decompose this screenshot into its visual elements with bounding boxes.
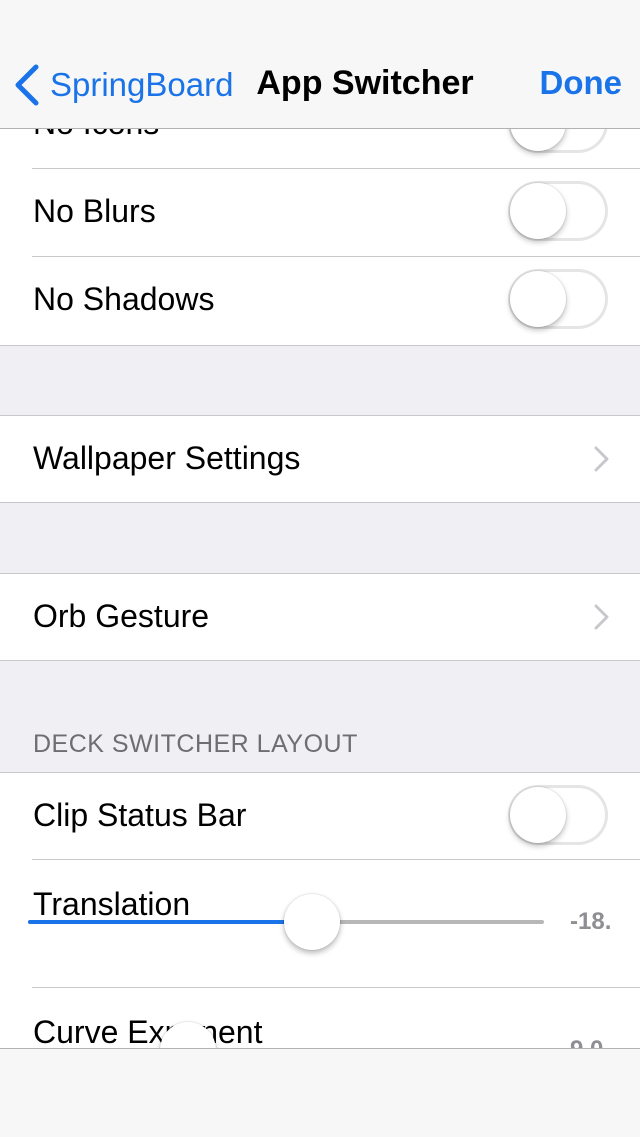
no-shadows-toggle[interactable] xyxy=(508,269,608,329)
translation-value: -18. xyxy=(570,908,612,935)
translation-slider-fill xyxy=(28,920,312,924)
no-blurs-row: No Blurs xyxy=(0,169,640,257)
chevron-right-icon xyxy=(594,604,609,630)
curve-exponent-label: Curve Exponent xyxy=(33,1014,263,1048)
curve-exponent-row: Curve Exponent 9.0 xyxy=(0,988,640,1048)
translation-slider-thumb[interactable] xyxy=(283,894,340,950)
done-button[interactable]: Done xyxy=(540,64,623,102)
bottom-toolbar xyxy=(0,1048,640,1137)
navigation-bar: SpringBoard App Switcher Done xyxy=(0,0,640,129)
no-blurs-toggle[interactable] xyxy=(508,181,608,241)
chevron-right-icon xyxy=(594,446,609,472)
wallpaper-settings-cell[interactable]: Wallpaper Settings xyxy=(0,415,640,503)
toggle-knob xyxy=(510,787,566,843)
toggle-knob xyxy=(510,271,566,327)
deck-switcher-group: Clip Status Bar Translation -18. Curve E… xyxy=(0,772,640,1048)
translation-row: Translation -18. xyxy=(0,860,640,988)
no-shadows-label: No Shadows xyxy=(33,281,215,317)
no-blurs-label: No Blurs xyxy=(33,193,156,229)
clip-status-bar-row: Clip Status Bar xyxy=(0,773,640,860)
deck-switcher-layout-header: DECK SWITCHER LAYOUT xyxy=(33,730,358,758)
translation-slider[interactable] xyxy=(28,894,544,950)
toggle-knob xyxy=(510,183,566,239)
clip-status-bar-label: Clip Status Bar xyxy=(33,797,247,833)
orb-gesture-cell[interactable]: Orb Gesture xyxy=(0,573,640,661)
no-shadows-row: No Shadows xyxy=(0,257,640,345)
orb-gesture-label: Orb Gesture xyxy=(33,598,210,634)
wallpaper-settings-label: Wallpaper Settings xyxy=(33,440,301,476)
curve-exponent-value: 9.0 xyxy=(570,1036,603,1048)
clip-status-bar-toggle[interactable] xyxy=(508,785,608,845)
translation-label: Translation xyxy=(33,886,191,922)
settings-content: No Icons No Blurs No Shadows Wallpaper S… xyxy=(0,0,640,1048)
